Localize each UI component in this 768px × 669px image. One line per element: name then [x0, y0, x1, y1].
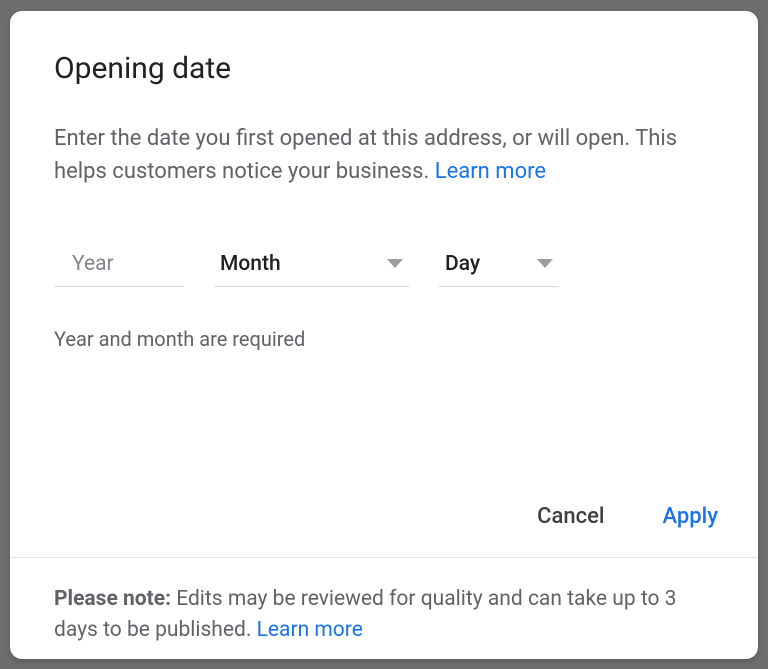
dialog-title: Opening date	[54, 51, 714, 86]
date-fields: Year Month Day	[54, 246, 714, 287]
chevron-down-icon	[537, 259, 553, 268]
dialog-actions: Cancel Apply	[10, 498, 758, 557]
helper-text: Year and month are required	[54, 327, 714, 351]
learn-more-link[interactable]: Learn more	[435, 159, 546, 184]
year-input[interactable]: Year	[54, 246, 184, 287]
dialog-content: Opening date Enter the date you first op…	[10, 11, 758, 498]
dialog-description: Enter the date you first opened at this …	[54, 122, 714, 188]
apply-button[interactable]: Apply	[658, 498, 722, 535]
footer-learn-more-link[interactable]: Learn more	[257, 618, 363, 642]
day-label: Day	[445, 252, 480, 276]
month-label: Month	[220, 252, 281, 276]
month-dropdown[interactable]: Month	[214, 246, 409, 287]
footer-note: Please note: Edits may be reviewed for q…	[54, 584, 718, 647]
footer-note-label: Please note:	[54, 587, 171, 611]
opening-date-dialog: Opening date Enter the date you first op…	[10, 11, 758, 659]
dialog-description-text: Enter the date you first opened at this …	[54, 126, 677, 184]
day-dropdown[interactable]: Day	[439, 246, 559, 287]
dialog-footer: Please note: Edits may be reviewed for q…	[10, 557, 758, 659]
cancel-button[interactable]: Cancel	[533, 498, 608, 535]
year-placeholder: Year	[60, 252, 114, 276]
chevron-down-icon	[387, 259, 403, 268]
